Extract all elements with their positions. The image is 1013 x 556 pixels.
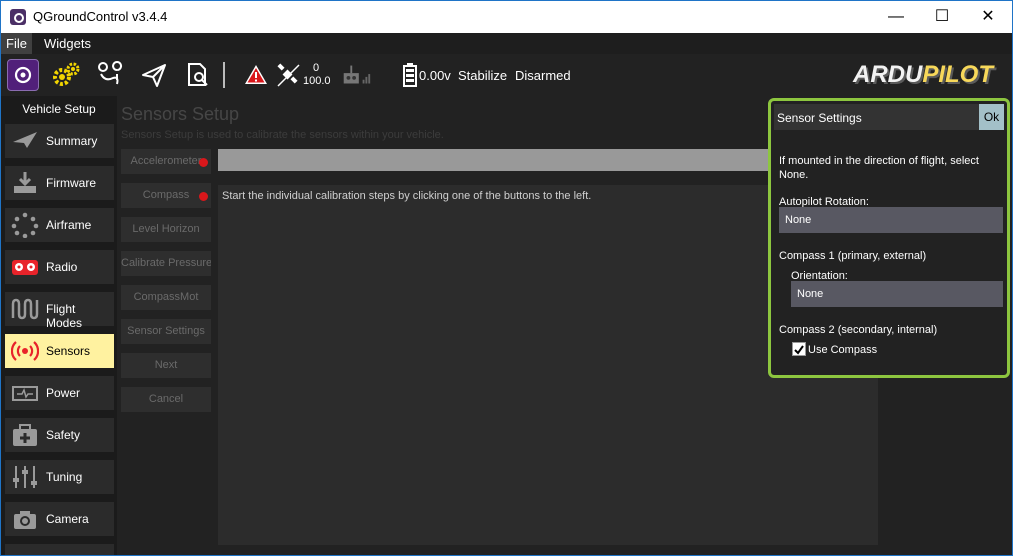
- sidebar-item-tuning[interactable]: Tuning: [5, 460, 114, 494]
- status-text: Start the individual calibration steps b…: [222, 190, 592, 202]
- airframe-icon: [11, 212, 39, 238]
- sidebar-item-safety[interactable]: Safety: [5, 418, 114, 452]
- sidebar-item-power[interactable]: Power: [5, 376, 114, 410]
- gps-indicator[interactable]: [271, 58, 305, 92]
- satellite-count: 0: [312, 62, 320, 74]
- dialog-header: Sensor Settings Ok: [774, 104, 1004, 130]
- sidebar-item-label: Tuning: [46, 470, 83, 484]
- sidebar-item-label: Radio: [46, 260, 78, 274]
- toolbar-divider: [223, 62, 225, 88]
- compass2-label: Compass 2 (secondary, internal): [779, 324, 938, 336]
- mounting-hint: If mounted in the direction of flight, s…: [779, 155, 979, 181]
- sidebar-item-label: Sensors: [46, 344, 91, 358]
- document-search-icon: [188, 63, 208, 86]
- vehicle-setup-sidebar: Vehicle Setup Summary Firmware Airframe …: [1, 96, 117, 555]
- sidebar-item-label: Firmware: [46, 176, 96, 190]
- cancel-button[interactable]: Cancel: [121, 387, 211, 412]
- level-horizon-button[interactable]: Level Horizon: [121, 217, 211, 242]
- minimize-icon[interactable]: —: [873, 1, 919, 33]
- compass1-orientation-select[interactable]: None: [791, 281, 1003, 307]
- app-icon: [10, 9, 26, 25]
- dialog-title: Sensor Settings: [777, 111, 862, 125]
- checkmark-icon: [794, 345, 804, 355]
- sidebar-item-summary[interactable]: Summary: [5, 124, 114, 158]
- arm-state[interactable]: Disarmed: [515, 68, 571, 83]
- battery-voltage: 0.00v: [419, 68, 451, 83]
- sensor-settings-button[interactable]: Sensor Settings: [121, 319, 211, 344]
- compass1-label: Compass 1 (primary, external): [779, 250, 927, 262]
- download-icon: [14, 172, 36, 193]
- sidebar-item-label: Safety: [46, 428, 81, 442]
- sidebar-item-flight-modes[interactable]: Flight Modes: [5, 292, 114, 330]
- battery-icon: [403, 63, 417, 87]
- next-button[interactable]: Next: [121, 353, 211, 378]
- camera-icon: [14, 511, 36, 529]
- page-description: Sensors Setup is used to calibrate the s…: [121, 129, 444, 141]
- use-compass-label: Use Compass: [808, 344, 878, 356]
- safety-kit-icon: [13, 424, 37, 446]
- autopilot-rotation-select[interactable]: None: [779, 207, 1003, 233]
- app-window: QGroundControl v3.4.4 — ☐ ✕ File Widgets: [0, 0, 1013, 556]
- menu-bar: File Widgets: [1, 33, 1012, 54]
- flight-mode-selector[interactable]: Stabilize: [458, 68, 507, 83]
- qgc-logo-icon: [14, 66, 32, 84]
- maximize-icon[interactable]: ☐: [919, 1, 965, 33]
- vehicle-setup-button[interactable]: [49, 58, 83, 92]
- sidebar-item-label: Flight Modes: [46, 302, 83, 330]
- menu-file[interactable]: File: [1, 33, 32, 54]
- satellite-icon: [277, 63, 300, 87]
- close-icon[interactable]: ✕: [965, 1, 1011, 33]
- title-bar: QGroundControl v3.4.4 — ☐ ✕: [1, 1, 1012, 33]
- plan-view-button[interactable]: [93, 58, 127, 92]
- gps-readout: 0 100.0: [303, 62, 331, 88]
- window-title: QGroundControl v3.4.4: [33, 9, 168, 24]
- hdop-value: 100.0: [303, 75, 331, 87]
- paper-plane-icon: [142, 64, 166, 87]
- sidebar-item-label: Summary: [46, 134, 98, 148]
- plane-icon: [13, 132, 37, 148]
- sensors-icon: [11, 341, 39, 361]
- power-icon: [12, 386, 38, 401]
- compassmot-button[interactable]: CompassMot: [121, 285, 211, 310]
- accelerometer-status-dot: [199, 158, 208, 167]
- rc-rssi-indicator[interactable]: [339, 58, 373, 92]
- compass-button[interactable]: Compass: [121, 183, 211, 208]
- sidebar-item-label: Power: [46, 386, 81, 400]
- analyze-button[interactable]: [181, 58, 215, 92]
- sidebar-item-camera[interactable]: Camera: [5, 502, 114, 536]
- sidebar-item-label: Airframe: [46, 218, 92, 232]
- sidebar-item-radio[interactable]: Radio: [5, 250, 114, 284]
- sidebar-item-airframe[interactable]: Airframe: [5, 208, 114, 242]
- gears-icon: [53, 62, 80, 86]
- sidebar-item-label: Camera: [46, 512, 89, 526]
- accelerometer-button[interactable]: Accelerometer: [121, 149, 211, 174]
- compass-status-dot: [199, 192, 208, 201]
- sidebar-item-firmware[interactable]: Firmware: [5, 166, 114, 200]
- radio-icon: [12, 260, 38, 275]
- sidebar-header: Vehicle Setup: [22, 102, 96, 116]
- sidebar-item-more[interactable]: [5, 544, 114, 555]
- page-title: Sensors Setup: [121, 104, 240, 124]
- use-compass-checkbox[interactable]: [792, 342, 806, 356]
- ok-button[interactable]: Ok: [979, 104, 1004, 130]
- fly-view-button[interactable]: [137, 58, 171, 92]
- messages-indicator[interactable]: [239, 58, 273, 92]
- sidebar-item-sensors[interactable]: Sensors: [5, 334, 114, 368]
- menu-widgets[interactable]: Widgets: [39, 33, 96, 54]
- warning-icon: [245, 65, 267, 84]
- ardupilot-logo: ARDUPILOT: [853, 61, 993, 88]
- qgc-logo-button[interactable]: [7, 59, 39, 91]
- calibrate-pressure-button[interactable]: Calibrate Pressure: [121, 251, 211, 276]
- sensor-settings-dialog: Sensor Settings Ok If mounted in the dir…: [768, 98, 1010, 378]
- sliders-icon: [13, 466, 37, 488]
- route-plan-icon: [98, 61, 123, 85]
- flight-modes-icon: [11, 298, 39, 320]
- rc-transmitter-icon: [343, 65, 371, 84]
